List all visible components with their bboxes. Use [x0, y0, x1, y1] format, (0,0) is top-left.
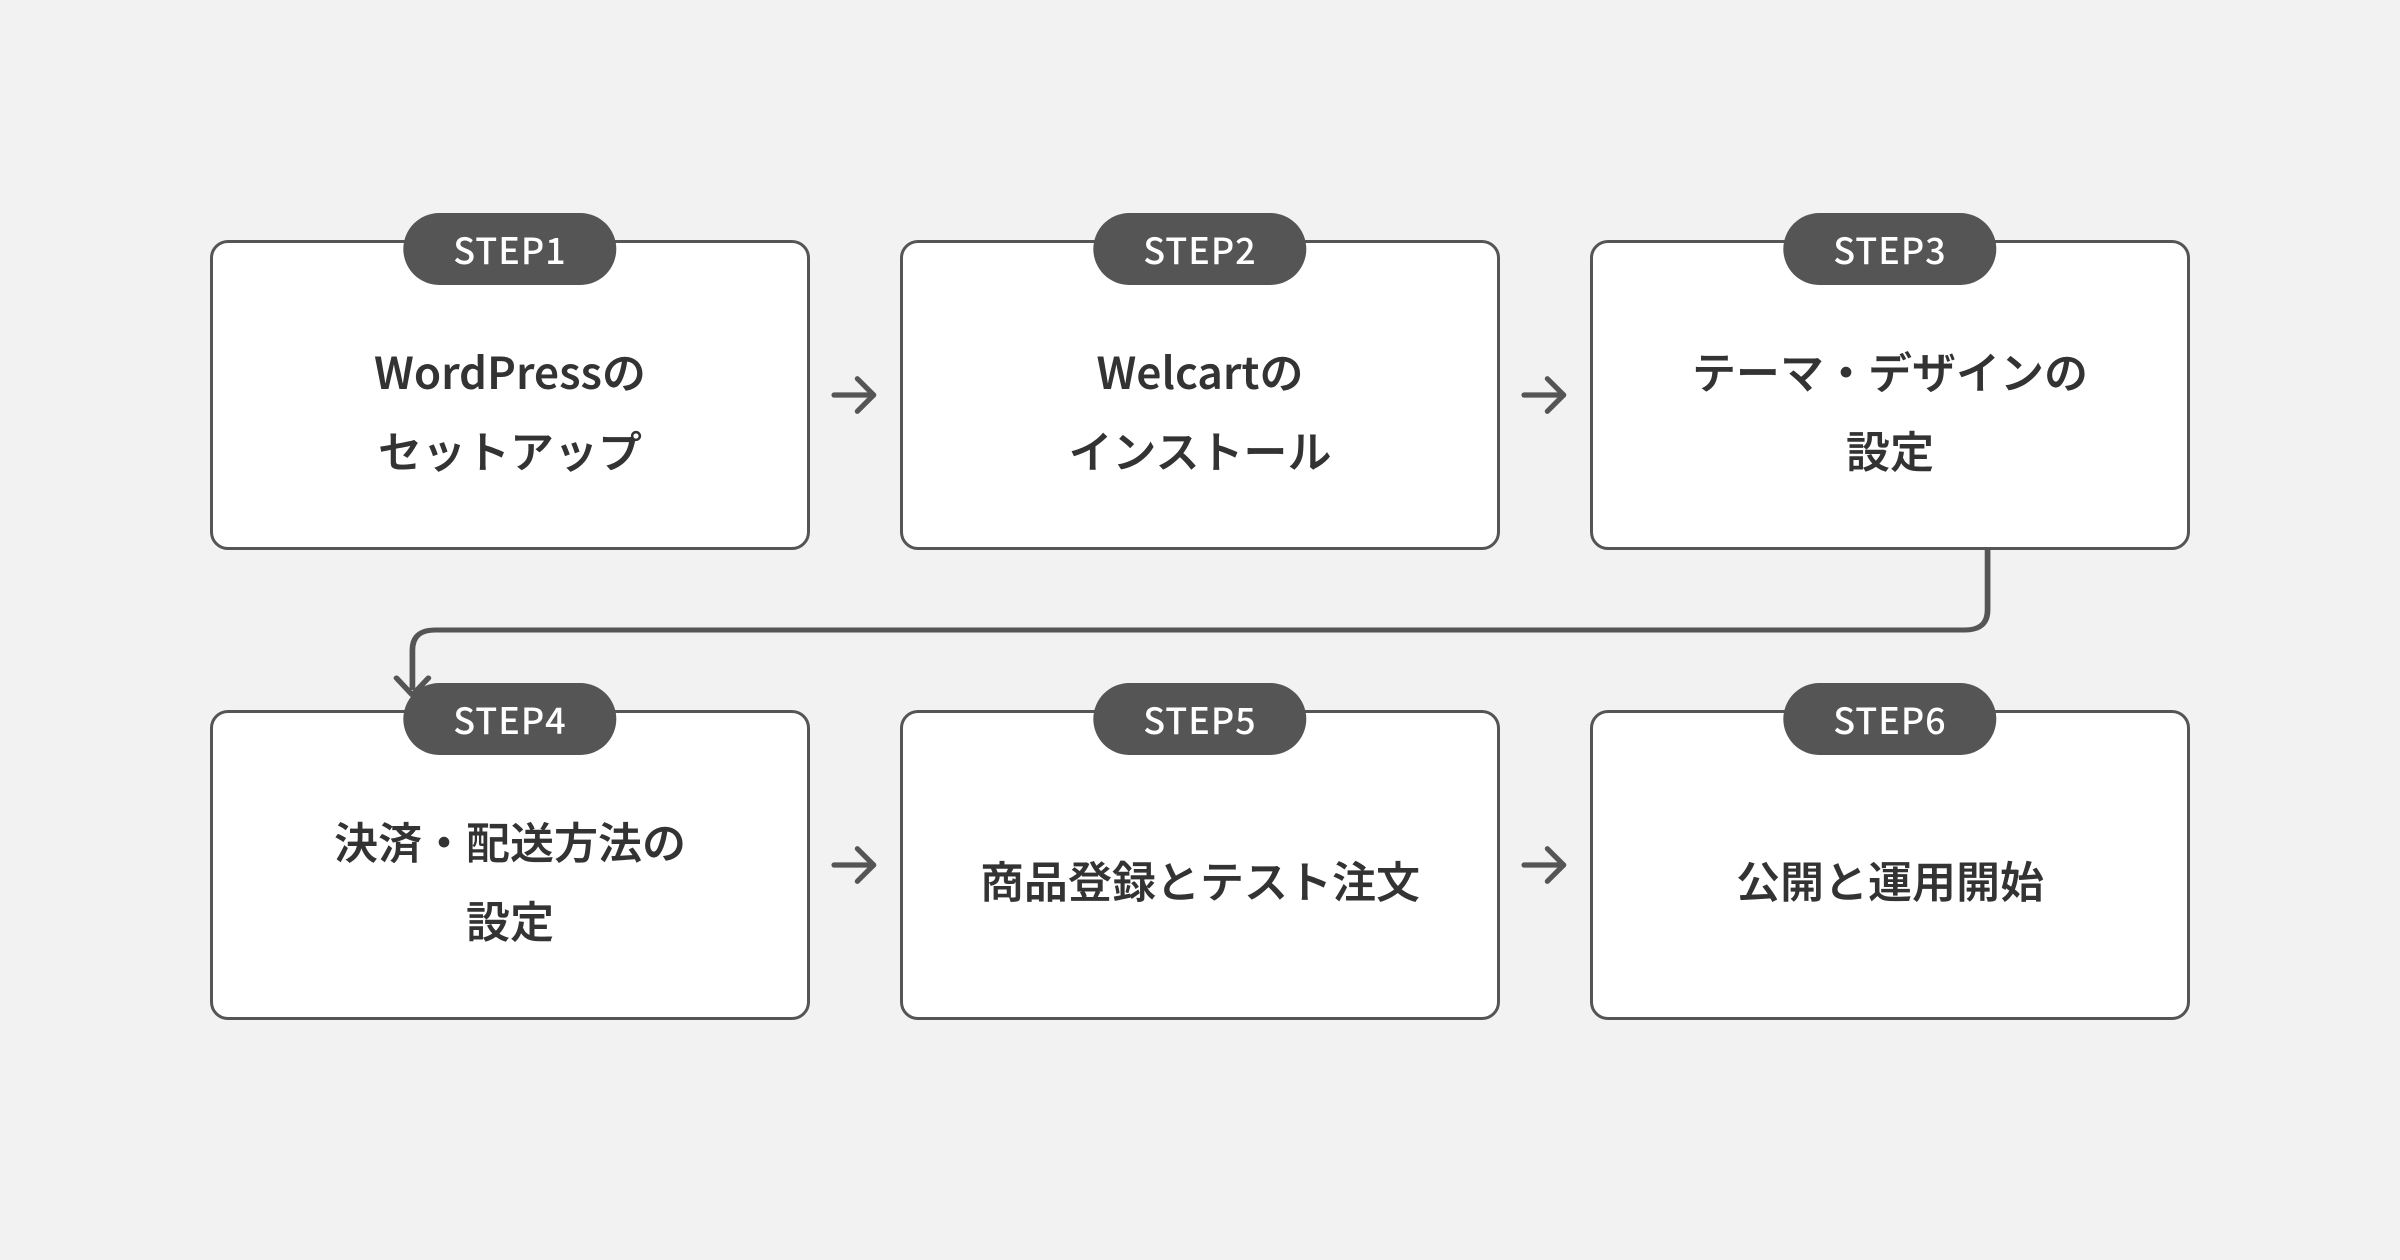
step-card-3: STEP3 テーマ・デザインの 設定: [1590, 240, 2190, 550]
step-badge: STEP5: [1093, 683, 1306, 755]
step-flow-diagram: STEP1 WordPressの セットアップ STEP2 Welcartの イ…: [70, 240, 2330, 1020]
diagram-row-1: STEP1 WordPressの セットアップ STEP2 Welcartの イ…: [70, 240, 2330, 550]
step-card-1: STEP1 WordPressの セットアップ: [210, 240, 810, 550]
connector-path: [412, 550, 1987, 690]
step-title: 公開と運用開始: [1736, 840, 2044, 919]
step-title: テーマ・デザインの 設定: [1692, 331, 2088, 489]
step-title: 決済・配送方法の 設定: [334, 801, 686, 959]
step-card-5: STEP5 商品登録とテスト注文: [900, 710, 1500, 1020]
step-badge: STEP6: [1783, 683, 1996, 755]
step-badge: STEP2: [1093, 213, 1306, 285]
step-title: Welcartの インストール: [1068, 331, 1331, 489]
step-card-6: STEP6 公開と運用開始: [1590, 710, 2190, 1020]
arrow-right-icon: [810, 710, 900, 1020]
step-badge: STEP4: [403, 683, 616, 755]
step-card-4: STEP4 決済・配送方法の 設定: [210, 710, 810, 1020]
arrow-right-icon: [810, 240, 900, 550]
arrow-right-icon: [1500, 240, 1590, 550]
arrow-right-icon: [1500, 710, 1590, 1020]
step-title: 商品登録とテスト注文: [980, 840, 1420, 919]
step-card-2: STEP2 Welcartの インストール: [900, 240, 1500, 550]
step-title: WordPressの セットアップ: [374, 331, 646, 489]
step-badge: STEP3: [1783, 213, 1996, 285]
step-badge: STEP1: [403, 213, 616, 285]
diagram-row-2: STEP4 決済・配送方法の 設定 STEP5 商品登録とテスト注文 STEP6…: [70, 710, 2330, 1020]
